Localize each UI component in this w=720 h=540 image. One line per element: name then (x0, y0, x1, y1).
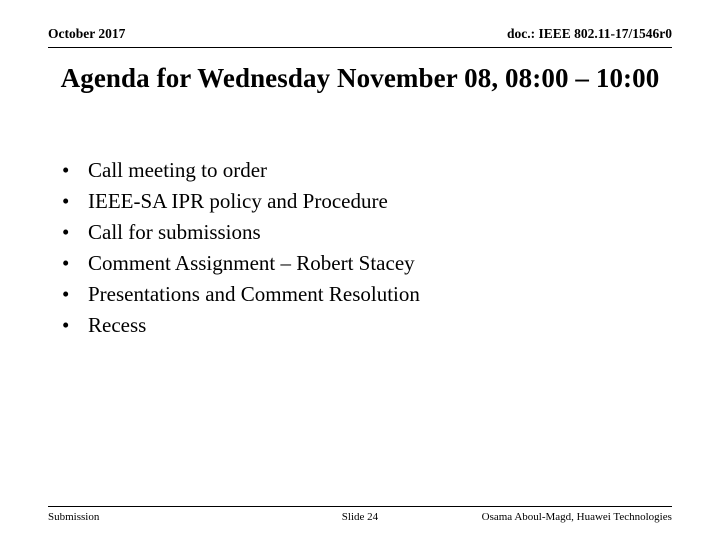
footer-divider (48, 506, 672, 507)
list-item-label: Comment Assignment – Robert Stacey (88, 251, 415, 275)
slide-title-line-1: Agenda for Wednesday November 08, 08:00 … (60, 63, 589, 93)
bullet-point-icon: • (62, 158, 70, 182)
list-item: • IEEE-SA IPR policy and Procedure (48, 186, 668, 217)
list-item-label: Recess (88, 313, 147, 337)
header-divider (48, 47, 672, 48)
list-item-label: Presentations and Comment Resolution (88, 282, 420, 306)
slide-title-line-2: 10:00 (595, 63, 660, 93)
bullet-point-icon: • (62, 220, 70, 244)
list-item-label: Call for submissions (88, 220, 261, 244)
footer-submission-label: Submission (48, 511, 100, 523)
list-item: • Recess (48, 310, 668, 341)
list-item-label: Call meeting to order (88, 158, 268, 182)
agenda-bullet-list: • Call meeting to order • IEEE-SA IPR po… (48, 155, 668, 341)
header-date: October 2017 (48, 26, 126, 41)
slide-header: October 2017 doc.: IEEE 802.11-17/1546r0 (48, 26, 672, 48)
bullet-point-icon: • (62, 282, 70, 306)
bullet-point-icon: • (62, 251, 70, 275)
footer-row: Submission Slide 24 Osama Aboul-Magd, Hu… (48, 510, 672, 524)
footer-author-affiliation: Osama Aboul-Magd, Huawei Technologies (481, 511, 672, 523)
bullet-point-icon: • (62, 189, 70, 213)
header-doc-reference: doc.: IEEE 802.11-17/1546r0 (506, 26, 672, 41)
list-item: • Call meeting to order (48, 155, 668, 186)
slide-content: • Call meeting to order • IEEE-SA IPR po… (48, 155, 668, 341)
header-row: October 2017 doc.: IEEE 802.11-17/1546r0 (48, 26, 672, 42)
list-item-label: IEEE-SA IPR policy and Procedure (88, 189, 388, 213)
list-item: • Comment Assignment – Robert Stacey (48, 248, 668, 279)
bullet-point-icon: • (62, 313, 70, 337)
footer-slide-number: Slide 24 (341, 511, 379, 523)
list-item: • Presentations and Comment Resolution (48, 279, 668, 310)
slide-title: Agenda for Wednesday November 08, 08:00 … (36, 60, 684, 97)
slide-page: { "header": { "date": "October 2017", "d… (0, 0, 720, 540)
slide-footer: Submission Slide 24 Osama Aboul-Magd, Hu… (48, 506, 672, 530)
list-item: • Call for submissions (48, 217, 668, 248)
